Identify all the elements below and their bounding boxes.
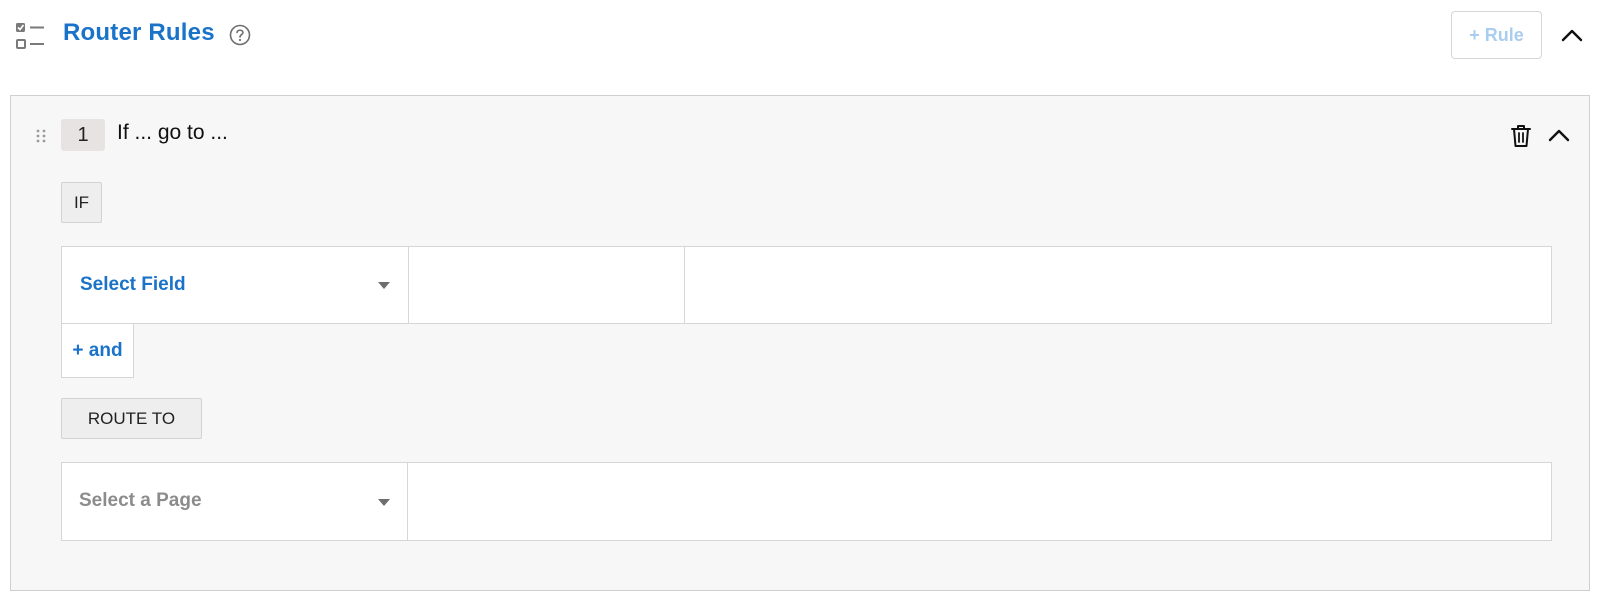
route-target-field[interactable]	[407, 463, 1551, 540]
router-rules-header: Router Rules + Rule	[0, 0, 1600, 72]
condition-value-input[interactable]	[684, 247, 1551, 323]
rule-summary: If ... go to ...	[117, 121, 228, 144]
route-row: Select a Page	[61, 462, 1552, 541]
rule-number-badge: 1	[61, 119, 105, 151]
drag-handle-icon[interactable]	[35, 128, 47, 144]
page-select-placeholder: Select a Page	[79, 490, 202, 511]
chevron-up-icon[interactable]	[1546, 123, 1572, 149]
trash-icon[interactable]	[1509, 123, 1533, 149]
add-rule-button[interactable]: + Rule	[1451, 11, 1542, 59]
if-label: IF	[61, 182, 102, 223]
condition-row: Select Field	[61, 246, 1552, 324]
help-circle-icon[interactable]	[229, 24, 251, 46]
rule-card: 1 If ... go to ... IF Select Field + and…	[10, 95, 1590, 591]
caret-down-icon	[378, 282, 390, 289]
route-to-label: ROUTE TO	[61, 398, 202, 439]
page-title: Router Rules	[63, 19, 215, 46]
field-select-placeholder: Select Field	[80, 274, 186, 295]
chevron-up-icon[interactable]	[1559, 23, 1585, 49]
page-select-dropdown[interactable]: Select a Page	[62, 463, 408, 540]
checklist-icon	[16, 23, 44, 49]
operator-select[interactable]	[408, 247, 685, 323]
add-and-condition-button[interactable]: + and	[61, 323, 134, 378]
field-select-dropdown[interactable]: Select Field	[62, 247, 409, 323]
caret-down-icon	[378, 499, 390, 506]
